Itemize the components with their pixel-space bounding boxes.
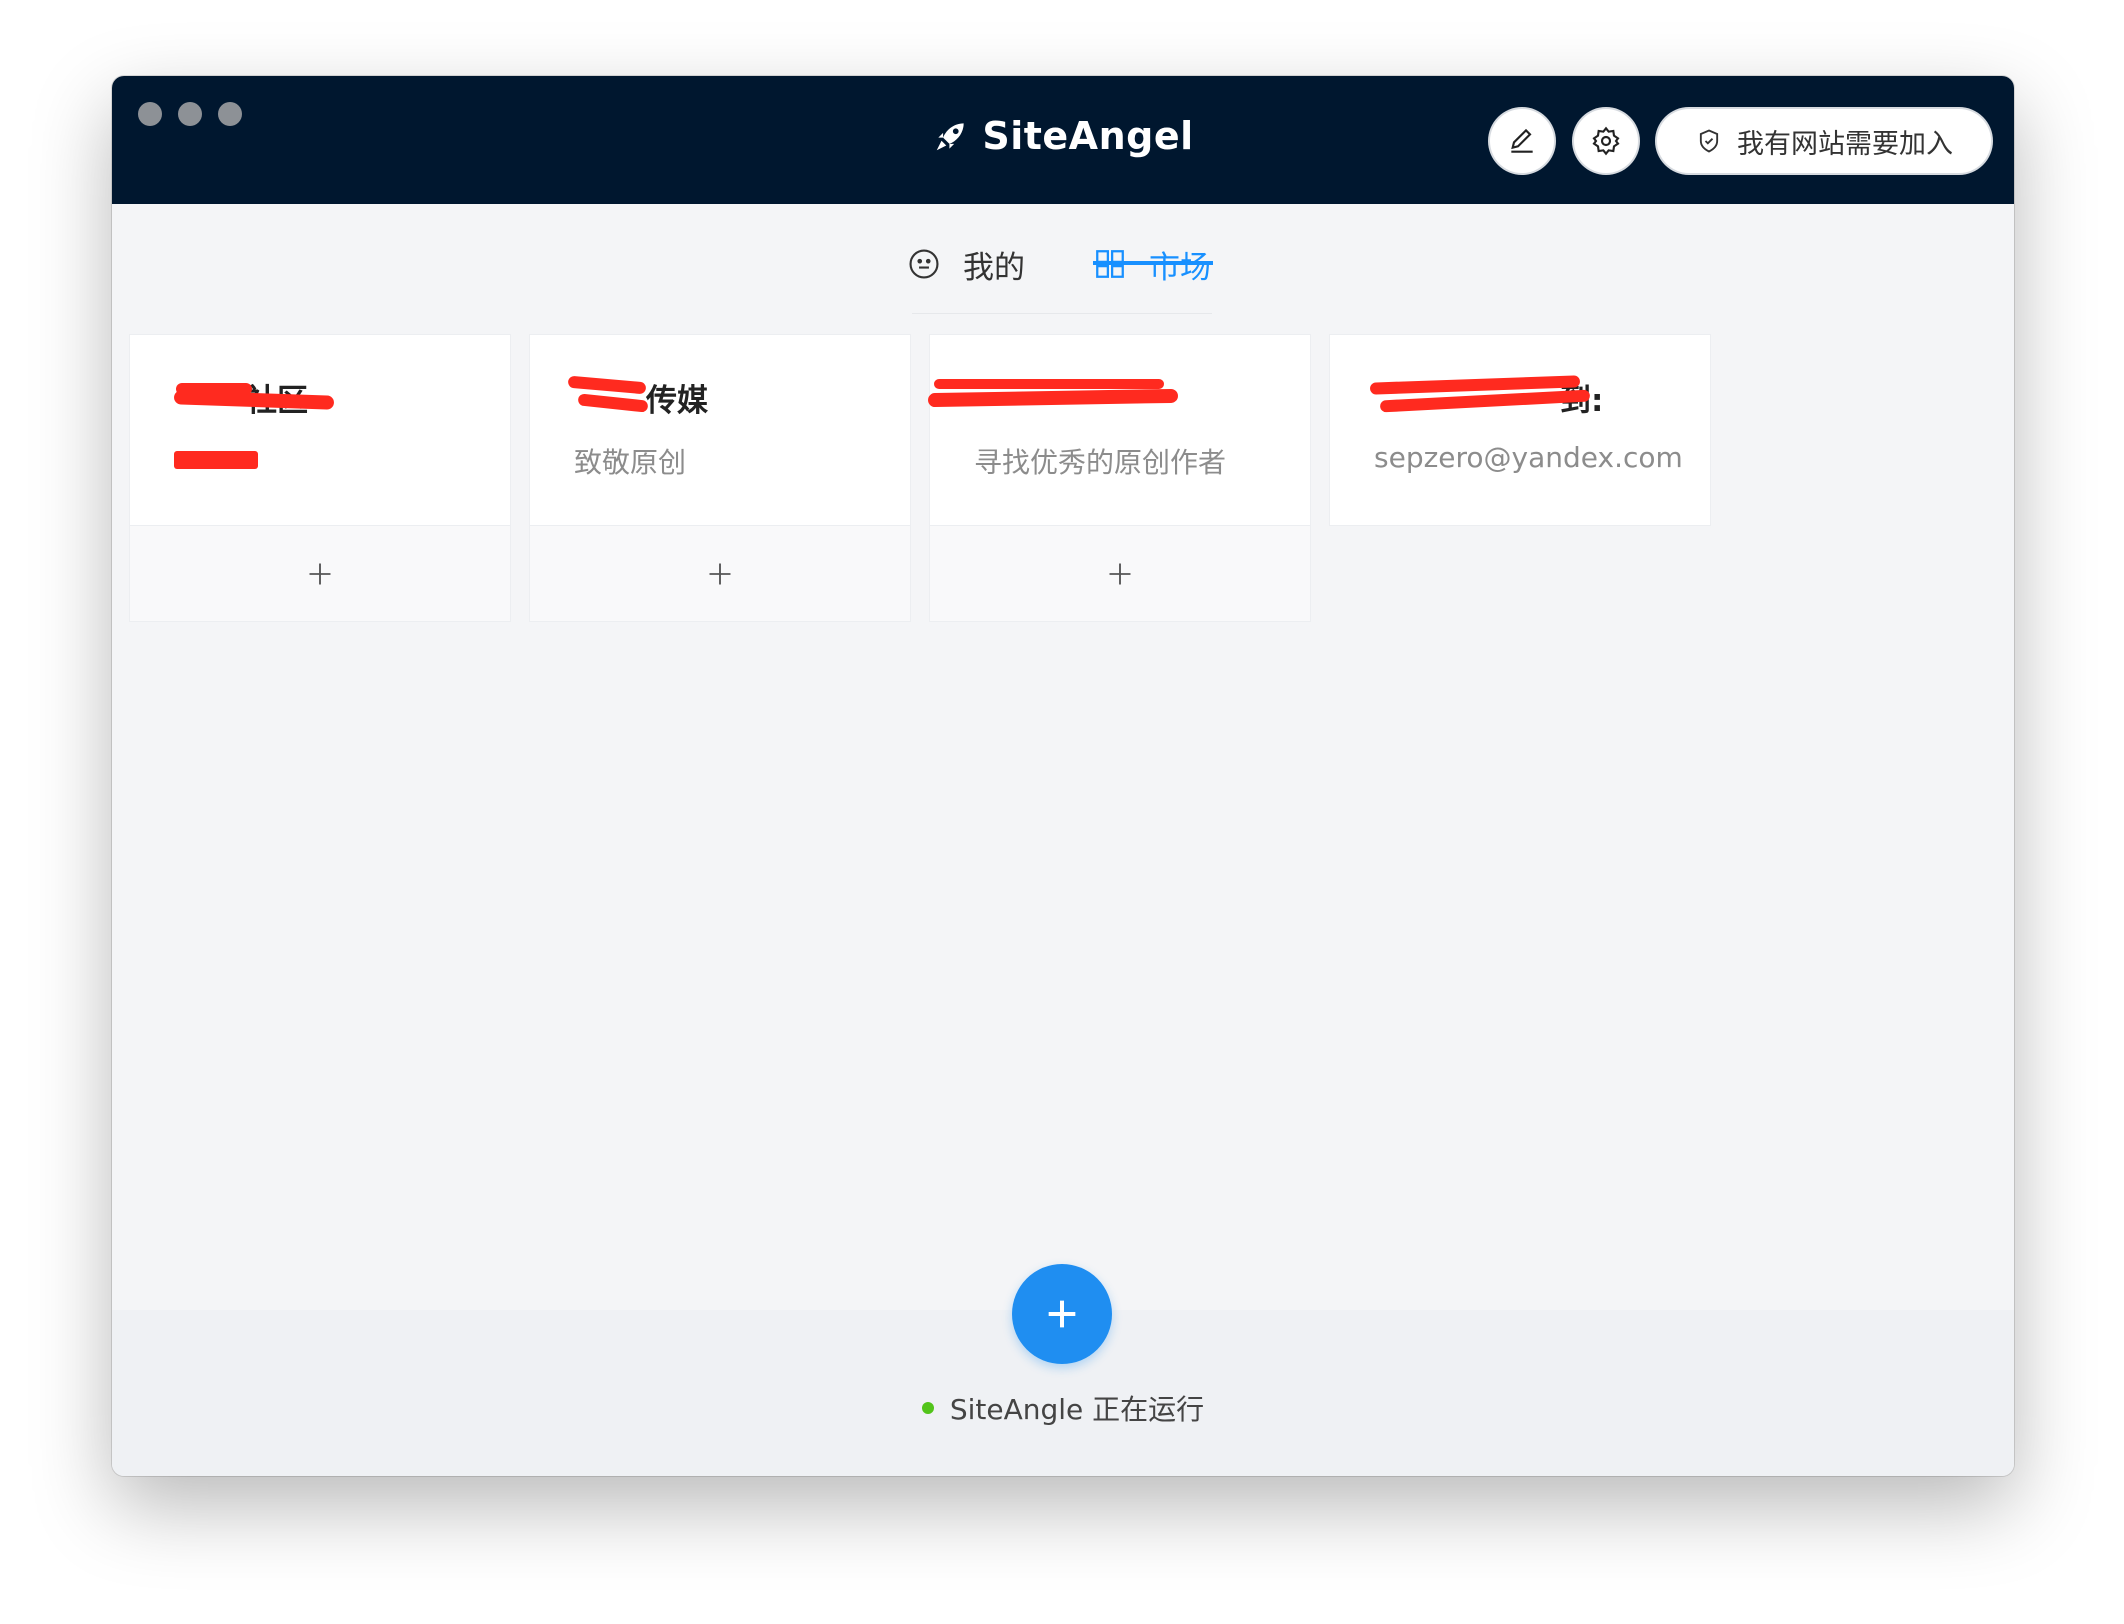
redaction-mark: [567, 375, 647, 395]
add-to-mine-button[interactable]: [530, 525, 910, 621]
site-card[interactable]: 到: sepzero@yandex.com: [1329, 334, 1711, 526]
join-site-label: 我有网站需要加入: [1737, 128, 1953, 160]
status-indicator-dot: [921, 1402, 934, 1414]
smile-icon: [909, 249, 939, 279]
add-to-mine-button[interactable]: [930, 525, 1310, 621]
card-title: [927, 375, 1266, 423]
title-bar: SiteAngel 我有网站需要加入: [112, 76, 2014, 204]
site-card[interactable]: 社区: [129, 334, 511, 622]
tab-mine[interactable]: 我的: [907, 234, 1025, 294]
redaction-mark: [577, 393, 649, 413]
edit-button[interactable]: [1490, 109, 1554, 173]
site-card[interactable]: 传媒 致敬原创: [529, 334, 911, 622]
redaction-mark: [174, 451, 258, 469]
card-title: 社区: [173, 375, 466, 423]
status-text: SiteAngle 正在运行: [949, 1393, 1205, 1426]
plus-icon: [1109, 563, 1131, 584]
card-description: 致敬原创: [574, 446, 687, 479]
redaction-mark: [934, 379, 1164, 389]
plus-icon: [309, 563, 331, 584]
pen-icon: [1511, 128, 1533, 153]
card-description: 寻找优秀的原创作者: [974, 446, 1227, 479]
tab-mine-label: 我的: [963, 249, 1025, 286]
redaction-mark: [927, 388, 1179, 408]
plus-icon: [1048, 1300, 1076, 1328]
card-title: 到:: [1369, 375, 1666, 423]
card-description: [174, 441, 466, 477]
add-site-button[interactable]: [1012, 1264, 1112, 1364]
app-window: SiteAngel 我有网站需要加入 我的 市场 传媒 致敬原创 寻找优秀的原创…: [112, 76, 2014, 1476]
tabs-divider: [912, 313, 1212, 314]
card-description: sepzero@yandex.com: [1374, 441, 1683, 474]
gear-icon: [1592, 126, 1620, 156]
settings-button[interactable]: [1574, 109, 1638, 173]
redaction-mark: [176, 383, 252, 395]
plus-icon: [709, 563, 731, 584]
join-site-button[interactable]: 我有网站需要加入: [1657, 109, 1991, 173]
app-title: SiteAngel: [982, 114, 1194, 158]
rocket-icon: [937, 123, 965, 151]
add-to-mine-button[interactable]: [130, 525, 510, 621]
site-card[interactable]: 寻找优秀的原创作者: [927, 334, 1311, 622]
status-bar: SiteAngle 正在运行: [112, 1388, 2014, 1428]
shield-check-icon: [1699, 129, 1719, 153]
active-tab-indicator: [1093, 261, 1213, 265]
card-title-text: 传媒: [646, 383, 708, 419]
card-title: 传媒: [567, 375, 866, 423]
tab-bar: [112, 204, 2014, 314]
